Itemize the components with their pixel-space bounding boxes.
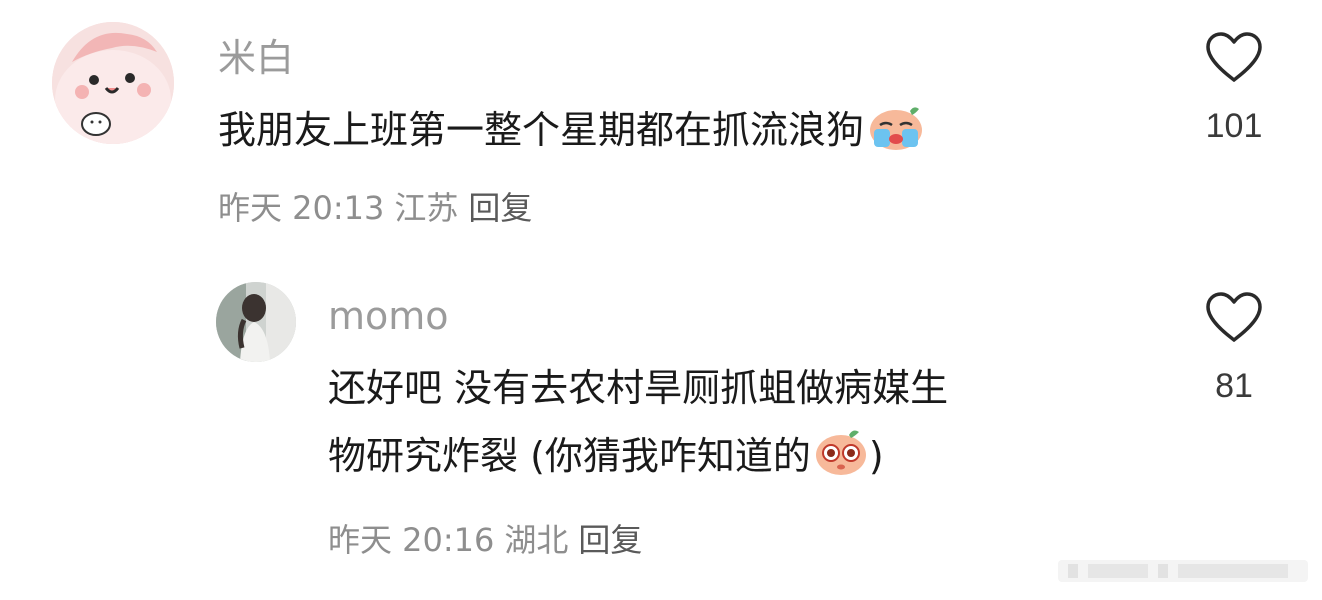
reply-button[interactable]: 回复 [578, 521, 642, 559]
comment-text-line: 还好吧 没有去农村旱厕抓蛆做病媒生 [328, 366, 949, 410]
reply-item: momo 还好吧 没有去农村旱厕抓蛆做病媒生 物研究炸裂 (你猜我咋知道的 ) … [0, 260, 1322, 600]
comment-text: 我朋友上班第一整个星期都在抓流浪狗 [218, 96, 924, 172]
comment-meta: 昨天 20:16 湖北 回复 [328, 520, 652, 560]
photo-avatar-icon [216, 282, 296, 362]
comment-text: 还好吧 没有去农村旱厕抓蛆做病媒生 物研究炸裂 (你猜我咋知道的 ) [328, 354, 948, 498]
timestamp: 昨天 20:13 [218, 189, 385, 227]
like-button[interactable]: 81 [1194, 290, 1274, 406]
location: 江苏 [394, 189, 459, 227]
heart-outline-icon [1206, 32, 1262, 82]
username[interactable]: momo [328, 294, 449, 338]
like-count: 81 [1215, 367, 1253, 405]
comment-item: 米白 我朋友上班第一整个星期都在抓流浪狗 昨天 20:13 江苏 回复 101 [0, 0, 1322, 250]
like-button[interactable]: 101 [1194, 30, 1274, 146]
pink-cartoon-avatar-icon [52, 22, 174, 144]
username[interactable]: 米白 [218, 36, 294, 80]
avatar[interactable] [52, 22, 174, 144]
comment-meta: 昨天 20:13 江苏 回复 [218, 188, 542, 228]
watermark [1058, 560, 1308, 582]
avatar[interactable] [216, 282, 296, 362]
crying-face-emoji-icon [866, 103, 924, 172]
like-count: 101 [1205, 107, 1263, 145]
comment-text-line: 物研究炸裂 (你猜我咋知道的 ) [328, 422, 948, 498]
location: 湖北 [504, 521, 569, 559]
wide-eyes-emoji-icon [813, 425, 869, 498]
reply-button[interactable]: 回复 [468, 189, 532, 227]
comment-thread: 米白 我朋友上班第一整个星期都在抓流浪狗 昨天 20:13江苏回复 101 [0, 0, 1322, 600]
timestamp: 昨天 20:16 [328, 521, 495, 559]
comment-text-line: 我朋友上班第一整个星期都在抓流浪狗 [218, 96, 924, 172]
heart-outline-icon [1206, 292, 1262, 342]
